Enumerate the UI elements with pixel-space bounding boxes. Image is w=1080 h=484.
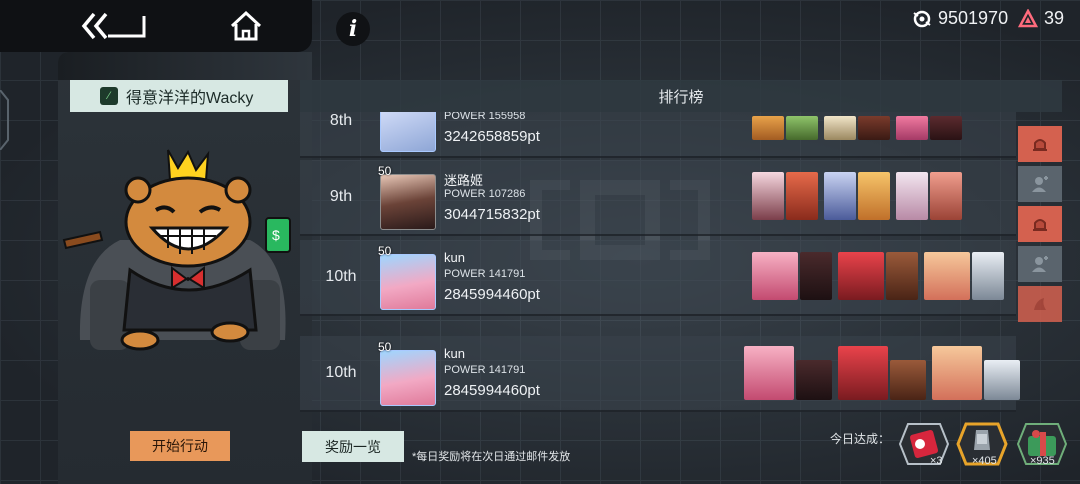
character-card (930, 172, 962, 220)
avatar-portrait (380, 174, 436, 230)
reward-list-button[interactable]: 奖励一览 (302, 431, 404, 462)
character-card (744, 346, 794, 400)
player-level: 50 (378, 244, 392, 258)
character-card (824, 116, 856, 140)
svg-text:$: $ (272, 227, 280, 243)
character-card (838, 346, 888, 400)
character-card (786, 116, 818, 140)
character-card (800, 252, 832, 300)
home-button[interactable] (226, 8, 266, 44)
reward-note: *每日奖励将在次日通过邮件发放 (412, 451, 571, 463)
ranking-row[interactable]: 10th 50 kun POWER 141791 2845994460pt (300, 336, 1020, 412)
rank-label: 9th (329, 188, 353, 205)
gene-amount: 9501970 (938, 8, 1009, 28)
player-avatar: 50 (378, 244, 438, 310)
rank-label: 8th (329, 112, 353, 129)
gem-amount: 39 (1044, 8, 1065, 28)
character-card (838, 252, 884, 300)
player-avatar: 50 (378, 164, 438, 230)
player-points: 3044715832pt (444, 206, 540, 223)
ranking-row[interactable]: 10th 50 kun POWER 141791 2845994460pt (300, 240, 1016, 316)
report-button[interactable] (1018, 286, 1062, 322)
character-card (858, 116, 890, 140)
team-lineup (744, 346, 1020, 400)
character-card (786, 172, 818, 220)
player-points: 2845994460pt (444, 286, 540, 303)
character-card (890, 360, 926, 400)
player-name: kun (444, 250, 465, 265)
avatar-portrait (380, 254, 436, 310)
gene-currency-icon (913, 10, 931, 27)
player-name: 迷路姬 (444, 173, 484, 188)
gift-count: ×935 (1030, 455, 1055, 467)
gene-currency: 9501970 (912, 8, 1008, 29)
player-name: kun (444, 346, 465, 361)
report-button[interactable] (1018, 126, 1062, 162)
player-level: 50 (378, 164, 392, 178)
report-button[interactable] (1018, 206, 1062, 242)
back-button[interactable] (80, 8, 152, 44)
ranking-row[interactable]: 8th POWER 155958 3242658859pt (300, 112, 1016, 158)
back-arrow-icon (81, 12, 146, 40)
character-card (924, 252, 970, 300)
player-power: POWER 141791 (444, 268, 526, 280)
rank-label: 10th (325, 364, 357, 381)
character-card (896, 172, 928, 220)
leaf-badge-icon: ⁄ (100, 87, 118, 105)
player-avatar: 50 (378, 340, 438, 406)
character-card (896, 116, 928, 140)
character-card (752, 172, 784, 220)
player-power: POWER 107286 (444, 188, 526, 200)
player-panel-tab (58, 52, 312, 80)
alarm-icon (1033, 139, 1047, 151)
avatar-portrait (380, 350, 436, 406)
player-points: 3242658859pt (444, 128, 540, 145)
ticket-count: ×3 (930, 455, 943, 467)
team-lineup (752, 172, 962, 220)
gem-currency-icon (1018, 8, 1038, 27)
player-level: 50 (378, 340, 392, 354)
character-card (886, 252, 918, 300)
left-edge-decoration (0, 90, 9, 150)
report-icon (1034, 298, 1046, 310)
add-friend-button[interactable] (1018, 246, 1062, 282)
team-lineup (752, 252, 1004, 300)
home-icon (230, 10, 262, 41)
add-friend-icon (1032, 176, 1048, 192)
avatar-portrait (380, 112, 436, 152)
character-card (972, 252, 1004, 300)
ranking-row[interactable]: 9th 50 迷路姬 POWER 107286 3044715832pt (300, 160, 1016, 236)
info-icon: i (348, 16, 358, 42)
character-card (752, 252, 798, 300)
character-card (930, 116, 962, 140)
start-action-button[interactable]: 开始行动 (130, 431, 230, 461)
character-card (796, 360, 832, 400)
ingot-count: ×405 (972, 455, 997, 467)
today-achievement-label: 今日达成： (830, 432, 891, 446)
character-card (752, 116, 784, 140)
player-avatar (378, 112, 438, 152)
character-card (824, 172, 856, 220)
player-title: 得意洋洋的Wacky (126, 90, 254, 107)
player-power: POWER 155958 (444, 112, 526, 122)
ranking-header: 排行榜 (300, 80, 1062, 112)
gem-currency: 39 (1018, 8, 1064, 29)
player-points: 2845994460pt (444, 382, 540, 399)
character-card (932, 346, 982, 400)
character-card (858, 172, 890, 220)
player-title-chip[interactable]: ⁄ 得意洋洋的Wacky (70, 80, 288, 112)
wacky-mascot-image: $ (62, 149, 291, 351)
add-friend-icon (1032, 256, 1048, 272)
player-power: POWER 141791 (444, 364, 526, 376)
info-button[interactable]: i (336, 12, 370, 46)
team-lineup (752, 116, 962, 140)
add-friend-button[interactable] (1018, 166, 1062, 202)
alarm-icon (1033, 219, 1047, 231)
rank-label: 10th (325, 268, 357, 285)
character-card (984, 360, 1020, 400)
